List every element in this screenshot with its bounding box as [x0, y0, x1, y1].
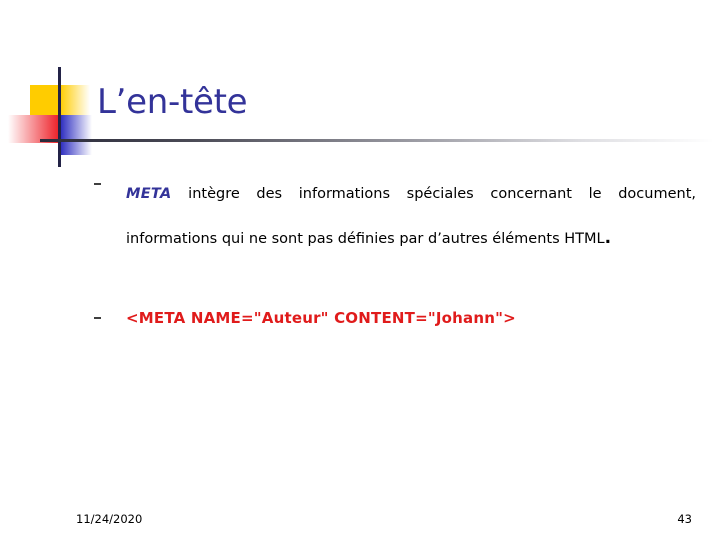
slide-body: META intègre des informations spéciales … [88, 172, 696, 329]
text-line-3-period: . [604, 228, 612, 248]
dash-bullet-icon [94, 183, 101, 185]
page-title: L’en-tête [97, 82, 248, 122]
text-line-1: META intègre des informations spéciales … [126, 186, 602, 202]
footer-date: 11/24/2020 [76, 512, 143, 526]
text-line-1-rest: intègre des informations spéciales conce… [171, 186, 602, 202]
header-decoration-graphic [8, 67, 92, 167]
keyword-meta: META [126, 186, 172, 202]
text-line-3: éléments HTML. [492, 228, 612, 248]
paragraph-meta-description: META intègre des informations spéciales … [126, 172, 696, 261]
slide-canvas: L’en-tête META intègre des informations … [0, 0, 720, 540]
decoration-vertical-line [58, 67, 61, 167]
footer-page-number: 43 [677, 512, 692, 526]
code-example-meta-tag: <META NAME="Auteur" CONTENT="Johann"> [126, 309, 516, 327]
text-line-3-main: éléments HTML [492, 231, 605, 247]
title-underline-rule [40, 139, 714, 142]
dash-bullet-icon [94, 317, 101, 319]
list-item: <META NAME="Auteur" CONTENT="Johann"> [88, 307, 696, 329]
decoration-yellow-gradient [60, 85, 90, 115]
list-item: META intègre des informations spéciales … [88, 172, 696, 261]
decoration-yellow-square [30, 85, 60, 115]
decoration-blue-gradient [60, 115, 92, 155]
